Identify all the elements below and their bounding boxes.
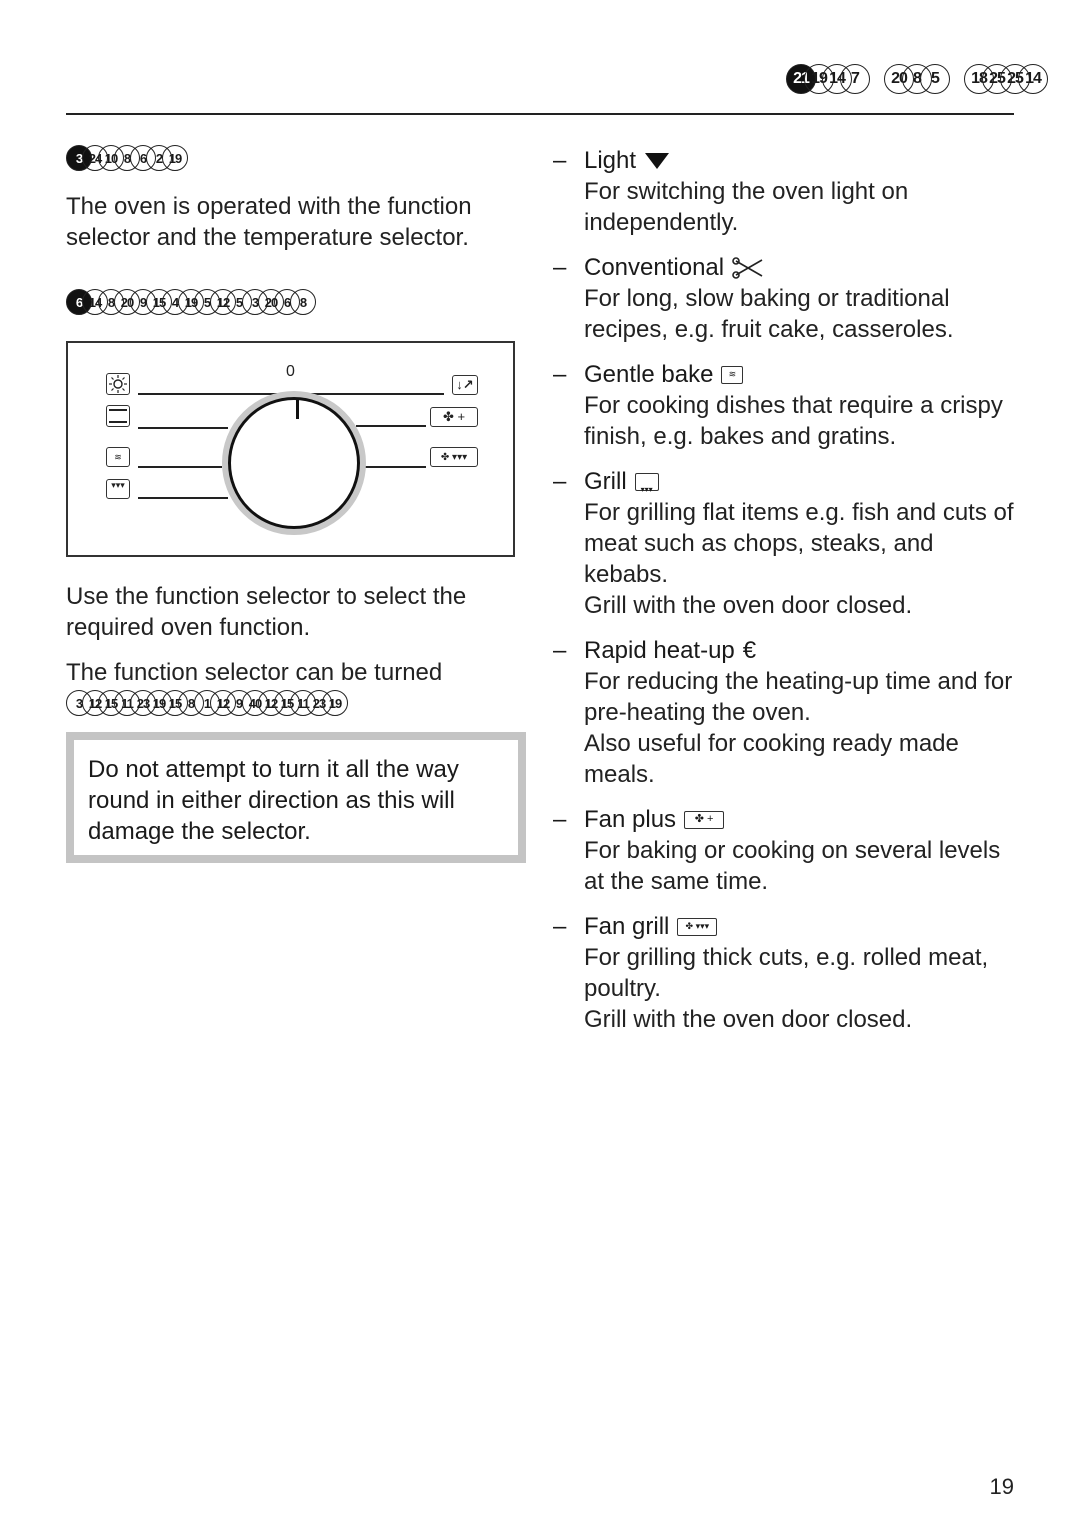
fan-plus-icon: ✤ + (430, 407, 478, 427)
function-item: – Light For switching the oven light on in… (553, 145, 1023, 238)
function-description: For cooking dishes that require a crispy… (584, 392, 1003, 450)
subheading-glyphs: 6 14 8 20 9 15 4 19 5 12 5 3 20 6 8 (66, 289, 526, 315)
list-dash: – (553, 913, 567, 940)
fan-grill-leader-line (364, 466, 426, 468)
function-title-text: Rapid heat-up (584, 637, 735, 664)
function-item: – Fan grill ✤ ▾▾▾ For grilling thick cuts, … (553, 911, 1023, 1035)
list-dash: – (553, 147, 567, 174)
header-rule (66, 113, 1014, 115)
function-description: Grill with the oven door closed. (584, 592, 913, 619)
function-title: Grill ▾▾▾ (584, 466, 1023, 497)
function-title-text: Conventional (584, 254, 725, 281)
intro-text: The oven is operated with the function s… (66, 193, 472, 251)
encoded-glyph: 5 (920, 64, 950, 94)
light-triangle-icon (644, 152, 670, 170)
function-selector-dial[interactable] (222, 391, 366, 535)
list-dash: – (553, 361, 567, 388)
turn-text: The function selector can be turned (66, 659, 443, 686)
zero-position-label: 0 (286, 363, 295, 380)
turn-direction-glyphs: 3 12 15 11 23 19 15 8 1 12 9 40 12 15 11 23 19 (66, 690, 526, 716)
select-function-text: Use the function selector to select the … (66, 583, 467, 641)
function-title-text: Fan grill (584, 913, 670, 940)
euro-icon: € (742, 637, 757, 664)
conventional-leader-line (138, 427, 228, 429)
function-content: Grill ▾▾▾ For grilling flat items e.g. fis… (584, 466, 1023, 621)
function-item: – Fan plus ✤ + For baking or cooking on sev… (553, 804, 1023, 897)
dial-indicator-mark (296, 399, 299, 419)
dial-inner-ring (228, 397, 360, 529)
function-title: Gentle bake ≋ (584, 359, 1023, 390)
encoded-glyph: 7 (840, 64, 870, 94)
encoded-glyph: 19 (322, 690, 348, 716)
header-glyph-group: 20 8 5 (884, 64, 950, 94)
section-heading-glyphs: 3 24 10 8 6 2 19 (66, 145, 526, 171)
list-dash: – (553, 806, 567, 833)
list-dash: – (553, 637, 567, 664)
function-description: For reducing the heating-up time and for… (584, 668, 1013, 726)
function-title: Rapid heat-up € (584, 635, 1023, 666)
encoded-glyph: 19 (162, 145, 188, 171)
header-glyphs: 21 19 14 7 20 8 5 18 25 25 14 (772, 64, 1048, 94)
encoded-glyph: 8 (290, 289, 316, 315)
function-description: For switching the oven light on independ… (584, 178, 909, 236)
list-dash: – (553, 254, 567, 281)
function-description: For grilling thick cuts, e.g. rolled mea… (584, 944, 989, 1002)
fan-plus-icon: ✤ + (684, 810, 725, 829)
gentle-bake-icon: ≋ (106, 447, 130, 467)
gentle-bake-icon: ≋ (721, 365, 744, 384)
conventional-icon (106, 405, 130, 427)
function-title: Fan grill ✤ ▾▾▾ (584, 911, 1023, 942)
function-title: Conventional (584, 252, 1023, 283)
function-selector-panel: 0 ≋ ▾▾▾ ↓↗ ✤ + ✤ ▾▾▾ (66, 341, 515, 557)
encoded-glyph: 14 (1018, 64, 1048, 94)
function-item: – Grill ▾▾▾ For grilling flat items e.g. fi… (553, 466, 1023, 621)
grill-icon: ▾▾▾ (634, 472, 659, 494)
function-content: Fan plus ✤ + For baking or cooking on seve… (584, 804, 1023, 897)
function-content: Fan grill ✤ ▾▾▾ For grilling thick cuts, e… (584, 911, 1023, 1035)
function-item: – Conventional For long, slow baking or tr… (553, 252, 1023, 345)
function-description: For grilling flat items e.g. fish and cu… (584, 499, 1014, 588)
function-title-text: Light (584, 147, 637, 174)
fan-grill-icon: ✤ ▾▾▾ (677, 917, 718, 936)
rapid-heat-up-icon: ↓↗ (452, 375, 478, 395)
function-content: Light For switching the oven light on ind… (584, 145, 1023, 238)
scissors-icon (732, 256, 764, 279)
function-description: For long, slow baking or traditional rec… (584, 285, 954, 343)
gentle-bake-leader-line (138, 466, 222, 468)
fan-plus-leader-line (356, 425, 426, 427)
header-glyph-group: 21 19 14 7 (786, 64, 870, 94)
function-item: – Rapid heat-up € For reducing the heating-… (553, 635, 1023, 790)
left-column: 3 24 10 8 6 2 19 The oven is operated with the… (66, 145, 526, 863)
function-title-text: Fan plus (584, 806, 677, 833)
function-content: Rapid heat-up € For reducing the heating-u… (584, 635, 1023, 790)
grill-icon: ▾▾▾ (106, 479, 130, 499)
function-description: Grill with the oven door closed. (584, 1006, 913, 1033)
function-content: Gentle bake ≋ For cooking dishes that requ… (584, 359, 1023, 452)
function-content: Conventional For long, slow baking or tra… (584, 252, 1023, 345)
function-item: – Gentle bake ≋ For cooking dishes that req… (553, 359, 1023, 452)
function-description: For baking or cooking on several levels … (584, 837, 1001, 895)
header-glyph-group: 18 25 25 14 (964, 64, 1048, 94)
function-title-text: Gentle bake (584, 361, 714, 388)
function-title-text: Grill (584, 468, 627, 495)
function-list: – Light For switching the oven light on in… (553, 145, 1023, 1049)
grill-leader-line (138, 497, 228, 499)
list-dash: – (553, 468, 567, 495)
fan-grill-icon: ✤ ▾▾▾ (430, 447, 478, 467)
warning-box: Do not attempt to turn it all the way ro… (66, 732, 526, 863)
light-icon (106, 373, 130, 395)
warning-text: Do not attempt to turn it all the way ro… (88, 756, 459, 845)
page-number: 19 (989, 1474, 1014, 1499)
function-title: Light (584, 145, 1023, 176)
function-description: Also useful for cooking ready made meals… (584, 730, 959, 788)
function-title: Fan plus ✤ + (584, 804, 1023, 835)
